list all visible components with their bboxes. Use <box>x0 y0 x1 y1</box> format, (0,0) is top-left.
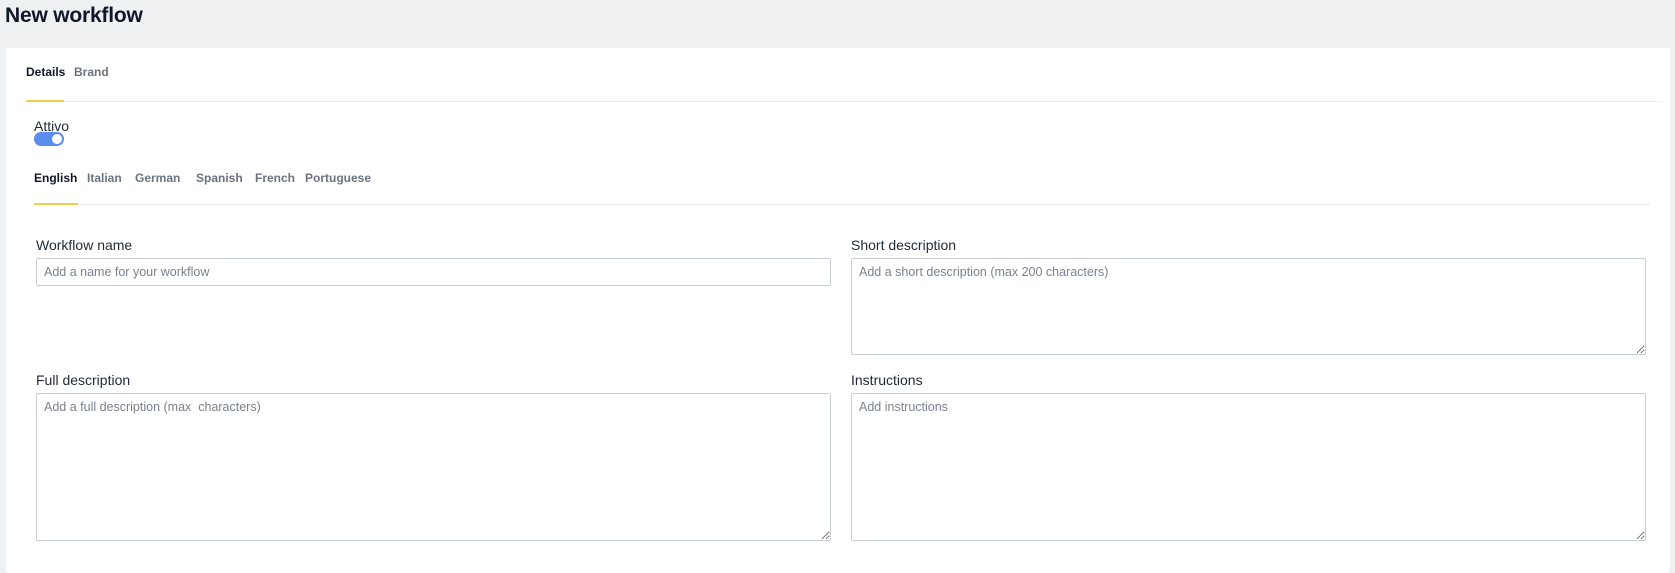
workflow-form-card: Details Brand Attivo English Italian Ger… <box>6 48 1670 573</box>
active-language-indicator <box>34 203 78 205</box>
tab-portuguese[interactable]: Portuguese <box>305 171 371 185</box>
tab-italian[interactable]: Italian <box>87 171 122 185</box>
short-description-label: Short description <box>851 237 957 253</box>
workflow-name-label: Workflow name <box>36 237 133 253</box>
language-tab-bar: English Italian German Spanish French Po… <box>34 158 1650 205</box>
active-tab-indicator <box>26 100 64 102</box>
full-description-label: Full description <box>36 372 131 388</box>
tab-details[interactable]: Details <box>26 65 65 79</box>
active-toggle[interactable] <box>34 132 64 146</box>
tab-brand[interactable]: Brand <box>74 65 109 79</box>
full-description-textarea[interactable] <box>36 393 831 541</box>
workflow-name-input[interactable] <box>36 258 831 286</box>
short-description-textarea[interactable] <box>851 258 1646 355</box>
tab-french[interactable]: French <box>255 171 295 185</box>
toggle-knob <box>52 134 62 144</box>
instructions-label: Instructions <box>851 372 923 388</box>
tab-spanish[interactable]: Spanish <box>196 171 243 185</box>
main-tab-bar: Details Brand <box>26 48 1662 102</box>
tab-english[interactable]: English <box>34 171 77 185</box>
tab-german[interactable]: German <box>135 171 180 185</box>
instructions-textarea[interactable] <box>851 393 1646 541</box>
page-title: New workflow <box>5 4 143 27</box>
